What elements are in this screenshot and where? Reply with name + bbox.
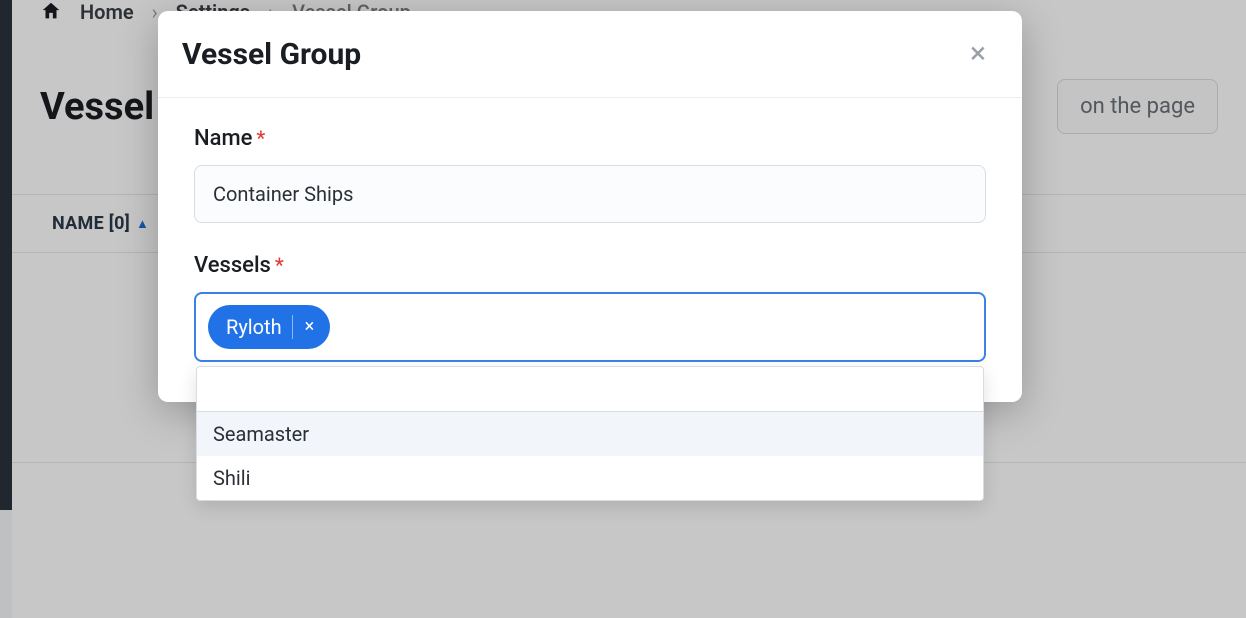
modal-body: Name* Vessels* Ryloth × Seamaster Shili bbox=[158, 98, 1022, 402]
dropdown-option[interactable]: Shili bbox=[197, 456, 983, 500]
chip-remove-icon[interactable]: × bbox=[303, 318, 317, 336]
modal-header: Vessel Group × bbox=[158, 11, 1022, 98]
vessels-label: Vessels* bbox=[194, 253, 986, 278]
vessels-label-text: Vessels bbox=[194, 253, 271, 278]
name-label: Name* bbox=[194, 126, 986, 151]
vessel-chip: Ryloth × bbox=[208, 305, 330, 349]
vessels-dropdown: Seamaster Shili bbox=[196, 366, 984, 501]
vessel-group-modal: Vessel Group × Name* Vessels* Ryloth × bbox=[158, 11, 1022, 402]
vessels-multiselect[interactable]: Ryloth × Seamaster Shili bbox=[194, 292, 986, 362]
name-input[interactable] bbox=[194, 165, 986, 223]
required-mark: * bbox=[256, 126, 265, 150]
required-mark: * bbox=[275, 253, 284, 277]
chip-divider bbox=[292, 315, 293, 339]
dropdown-search-area[interactable] bbox=[197, 367, 983, 412]
vessels-search-input[interactable] bbox=[338, 315, 972, 339]
name-label-text: Name bbox=[194, 126, 252, 151]
field-vessels: Vessels* Ryloth × Seamaster Shili bbox=[194, 253, 986, 362]
modal-title: Vessel Group bbox=[182, 37, 361, 72]
dropdown-option[interactable]: Seamaster bbox=[197, 412, 983, 456]
close-icon[interactable]: × bbox=[962, 35, 994, 73]
chip-label: Ryloth bbox=[226, 315, 282, 339]
field-name: Name* bbox=[194, 126, 986, 223]
